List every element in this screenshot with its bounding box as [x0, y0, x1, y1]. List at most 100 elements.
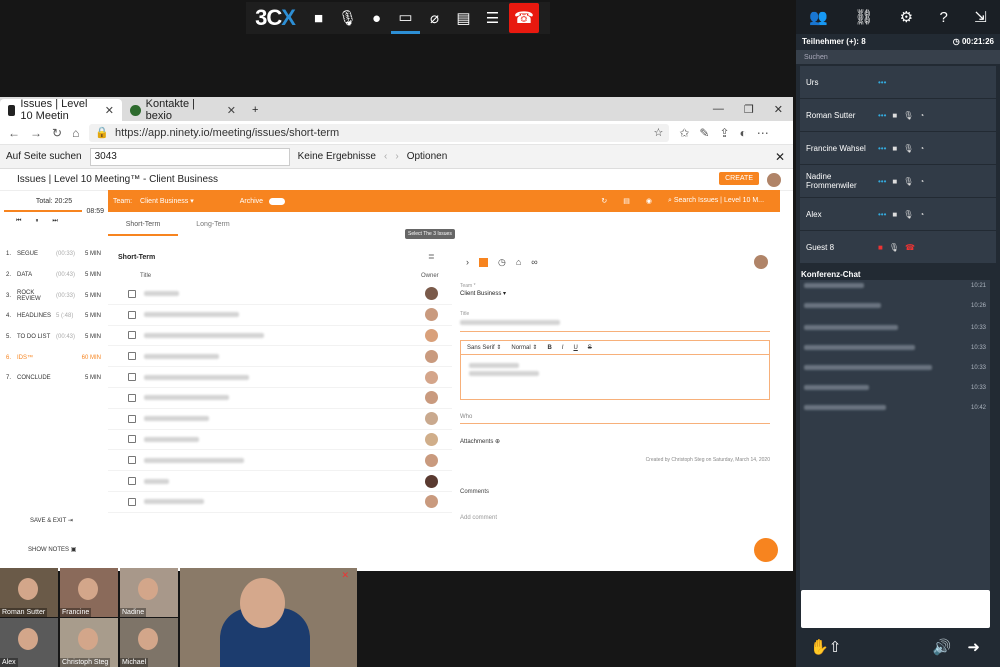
- profile-icon[interactable]: ◐: [740, 126, 747, 140]
- row-checkbox[interactable]: [128, 456, 136, 465]
- video-tile[interactable]: Francine: [60, 568, 118, 617]
- comment-input[interactable]: Add comment: [460, 515, 780, 521]
- send-icon[interactable]: ➜: [967, 638, 980, 656]
- favorite-star-icon[interactable]: ☆: [653, 126, 663, 139]
- video-tile[interactable]: Christoph Steg: [60, 618, 118, 667]
- table-row[interactable]: [108, 471, 452, 492]
- back-icon[interactable]: ←: [8, 126, 20, 140]
- close-icon[interactable]: ✕: [227, 104, 236, 117]
- label-icon[interactable]: ⌂: [516, 257, 521, 267]
- table-row[interactable]: [108, 305, 452, 326]
- settings-gear-icon[interactable]: ⚙: [900, 8, 913, 26]
- underline-icon[interactable]: U: [573, 345, 577, 351]
- avatar[interactable]: [754, 255, 768, 269]
- row-checkbox[interactable]: [128, 352, 136, 361]
- new-tab-button[interactable]: +: [244, 99, 274, 121]
- tab-kontakte[interactable]: Kontakte | bexio ✕: [122, 98, 244, 122]
- agenda-item[interactable]: 2. DATA (00:43) 5 MIN: [0, 265, 108, 286]
- microphone-icon[interactable]: 🎙: [333, 2, 362, 34]
- row-checkbox[interactable]: [128, 497, 136, 506]
- show-notes-button[interactable]: SHOW NOTES ▣: [28, 546, 76, 553]
- more-icon[interactable]: •••: [878, 210, 886, 219]
- close-find-icon[interactable]: ✕: [775, 150, 785, 164]
- title-input[interactable]: [460, 320, 770, 332]
- table-row[interactable]: [108, 450, 452, 472]
- participant-row[interactable]: Alex ••• ■ 🎙 ◔: [800, 198, 996, 230]
- row-checkbox[interactable]: [128, 414, 136, 423]
- find-input[interactable]: 3043: [89, 147, 290, 166]
- team-field[interactable]: Client Business ▾: [460, 290, 780, 297]
- home-icon[interactable]: ⌂: [72, 126, 79, 140]
- chat-bubble-icon[interactable]: [754, 538, 778, 562]
- add-participant-icon[interactable]: 👥: [809, 8, 828, 26]
- more-icon[interactable]: •••: [878, 111, 886, 120]
- search-issues-input[interactable]: ⌕ Search Issues | Level 10 M...: [668, 197, 780, 205]
- video-tile[interactable]: Nadine: [120, 568, 178, 617]
- tab-long-term[interactable]: Long-Term: [178, 216, 248, 236]
- share-icon[interactable]: ⇪: [719, 126, 729, 140]
- pen-icon[interactable]: ✎: [699, 126, 709, 140]
- prev-result-icon[interactable]: ‹: [384, 151, 387, 162]
- table-row[interactable]: [108, 409, 452, 430]
- record-icon[interactable]: ●: [362, 2, 391, 34]
- raise-hand-icon[interactable]: ✋: [810, 638, 829, 656]
- avatar[interactable]: [767, 173, 781, 187]
- solved-checkbox[interactable]: [479, 257, 488, 267]
- tab-short-term[interactable]: Short-Term: [108, 216, 178, 236]
- description-editor[interactable]: Sans Serif ⇕ Normal ⇕ B I U S: [460, 340, 770, 400]
- chevron-right-icon[interactable]: ›: [466, 257, 469, 267]
- more-icon[interactable]: •••: [878, 177, 886, 186]
- visibility-icon[interactable]: ◉: [646, 197, 652, 205]
- tab-issues[interactable]: Issues | Level 10 Meetin ✕: [0, 98, 122, 122]
- menu-icon[interactable]: ⋯: [757, 126, 769, 140]
- participant-row[interactable]: Guest 8 ■ 🎙 ☎: [800, 231, 996, 263]
- skip-forward-icon[interactable]: ⏭: [52, 218, 57, 225]
- upload-icon[interactable]: ⇧: [829, 638, 842, 656]
- favorites-icon[interactable]: ✩: [679, 126, 689, 140]
- hang-up-icon[interactable]: ☎: [509, 3, 539, 33]
- agenda-item[interactable]: 5. TO DO LIST (00:43) 5 MIN: [0, 327, 108, 348]
- archive-toggle[interactable]: [269, 197, 286, 205]
- video-tile[interactable]: Alex: [0, 618, 58, 667]
- bold-icon[interactable]: B: [547, 345, 551, 351]
- link-icon[interactable]: ⛓: [854, 8, 873, 26]
- close-window-icon[interactable]: ✕: [774, 103, 783, 116]
- participant-search[interactable]: Suchen: [796, 50, 1000, 64]
- row-checkbox[interactable]: [128, 435, 136, 444]
- add-attachment-icon[interactable]: ⊕: [495, 439, 500, 445]
- more-icon[interactable]: •••: [878, 78, 886, 87]
- table-row[interactable]: [108, 388, 452, 409]
- microphone-icon[interactable]: 🎙: [889, 243, 899, 252]
- clock-icon[interactable]: ◷: [498, 257, 506, 268]
- agenda-item[interactable]: 6. IDS™ 60 MIN: [0, 347, 108, 368]
- speaker-icon[interactable]: 🔊: [933, 638, 952, 656]
- video-tile[interactable]: Roman Sutter: [0, 568, 58, 617]
- strike-icon[interactable]: S: [588, 345, 592, 351]
- link-icon[interactable]: ∞: [531, 257, 537, 267]
- reload-icon[interactable]: ↻: [52, 126, 62, 140]
- save-exit-button[interactable]: SAVE & EXIT ⇥: [30, 517, 73, 524]
- table-row[interactable]: [108, 492, 452, 513]
- participant-row[interactable]: Francine Wahsel ••• ■ 🎙 ◔: [800, 132, 996, 164]
- row-checkbox[interactable]: [128, 289, 136, 298]
- agenda-item[interactable]: 1. SEGUE (00:33) 5 MIN: [0, 244, 108, 265]
- italic-icon[interactable]: I: [562, 345, 564, 351]
- agenda-item[interactable]: 3. ROCK REVIEW (00:33) 5 MIN: [0, 285, 108, 306]
- find-options[interactable]: Optionen: [407, 151, 448, 162]
- help-icon[interactable]: ?: [940, 9, 948, 26]
- row-checkbox[interactable]: [128, 477, 136, 486]
- chat-input[interactable]: [801, 590, 990, 628]
- team-select[interactable]: Client Business: [140, 198, 188, 205]
- whiteboard-icon[interactable]: ▤: [449, 2, 478, 34]
- font-select[interactable]: Sans Serif ⇕: [467, 344, 501, 351]
- agenda-item[interactable]: 4. HEADLINES 5 (:48) 5 MIN: [0, 306, 108, 327]
- print-icon[interactable]: ▤: [623, 197, 630, 205]
- create-button[interactable]: CREATE: [719, 172, 759, 185]
- row-checkbox[interactable]: [128, 373, 136, 382]
- pause-icon[interactable]: ⏸: [35, 218, 38, 225]
- refresh-icon[interactable]: ↻: [601, 197, 607, 205]
- minimize-icon[interactable]: —: [713, 103, 724, 115]
- row-checkbox[interactable]: [128, 310, 136, 319]
- row-checkbox[interactable]: [128, 393, 136, 402]
- participant-row[interactable]: Urs •••: [800, 66, 996, 98]
